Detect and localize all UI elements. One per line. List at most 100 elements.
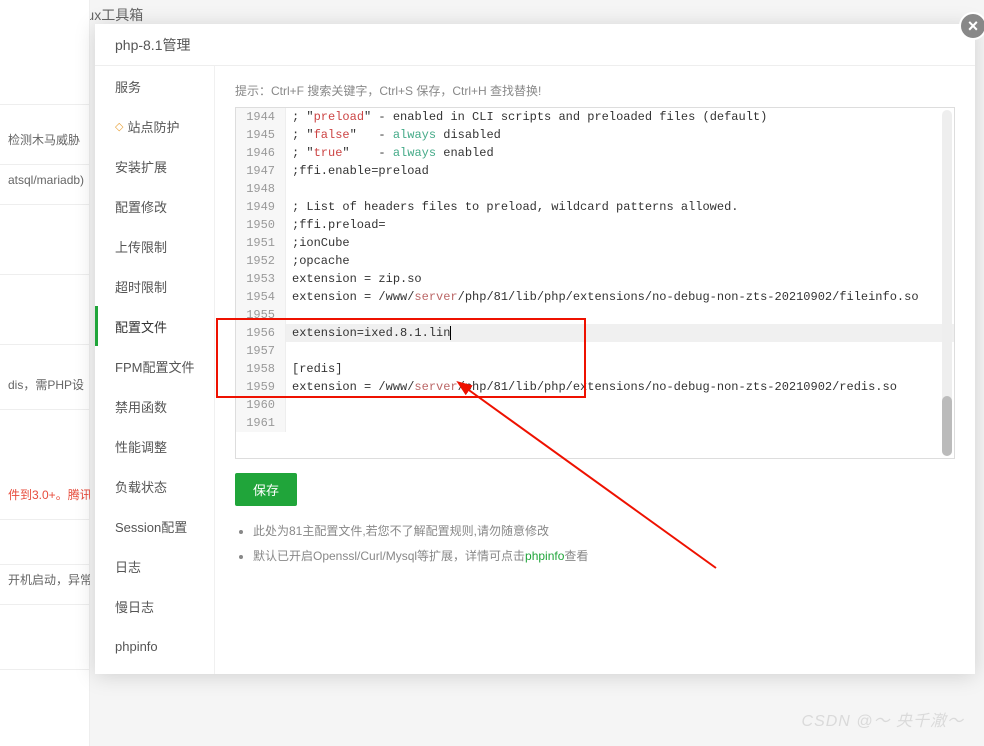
- sidebar-item-session[interactable]: Session配置: [95, 506, 214, 546]
- editor-line[interactable]: 1961: [236, 414, 954, 432]
- line-number: 1947: [236, 162, 286, 180]
- line-code[interactable]: [286, 414, 954, 432]
- editor-line[interactable]: 1949; List of headers files to preload, …: [236, 198, 954, 216]
- code-editor[interactable]: 1944; "preload" - enabled in CLI scripts…: [235, 107, 955, 459]
- sidebar-label: 站点防护: [127, 117, 179, 136]
- editor-line[interactable]: 1948: [236, 180, 954, 198]
- sidebar-label: 服务: [115, 77, 141, 96]
- scrollbar-track[interactable]: [942, 110, 952, 456]
- sidebar-label: FPM配置文件: [115, 357, 194, 376]
- sidebar-item-phpinfo[interactable]: phpinfo: [95, 626, 214, 666]
- close-button[interactable]: ×: [959, 12, 984, 40]
- sidebar-label: 配置文件: [115, 317, 167, 336]
- sidebar-item-log[interactable]: 日志: [95, 546, 214, 586]
- editor-line[interactable]: 1945; "false" - always disabled: [236, 126, 954, 144]
- line-number: 1958: [236, 360, 286, 378]
- line-number: 1953: [236, 270, 286, 288]
- close-icon: ×: [968, 16, 979, 37]
- line-code[interactable]: extension = zip.so: [286, 270, 954, 288]
- line-number: 1951: [236, 234, 286, 252]
- sidebar-item-timeout[interactable]: 超时限制: [95, 266, 214, 306]
- save-button[interactable]: 保存: [235, 473, 297, 506]
- sidebar-item-fpm-config[interactable]: FPM配置文件: [95, 346, 214, 386]
- phpinfo-link[interactable]: phpinfo: [525, 549, 564, 563]
- scrollbar-thumb[interactable]: [942, 396, 952, 456]
- line-code[interactable]: ; "preload" - enabled in CLI scripts and…: [286, 108, 954, 126]
- line-code[interactable]: ; "false" - always disabled: [286, 126, 954, 144]
- line-code[interactable]: [redis]: [286, 360, 954, 378]
- bg-row: dis，需PHP设: [0, 360, 90, 410]
- line-code[interactable]: extension=ixed.8.1.lin: [286, 324, 954, 342]
- editor-line[interactable]: 1955: [236, 306, 954, 324]
- text-cursor: [450, 326, 451, 340]
- editor-line[interactable]: 1960: [236, 396, 954, 414]
- line-code[interactable]: ;ffi.enable=preload: [286, 162, 954, 180]
- sidebar-item-config-file[interactable]: 配置文件: [95, 306, 214, 346]
- note-1: 此处为81主配置文件,若您不了解配置规则,请勿随意修改: [253, 522, 955, 539]
- editor-line[interactable]: 1957: [236, 342, 954, 360]
- modal-content: 提示：Ctrl+F 搜索关键字，Ctrl+S 保存，Ctrl+H 查找替换! 1…: [215, 66, 975, 674]
- line-number: 1945: [236, 126, 286, 144]
- sidebar-item-config-edit[interactable]: 配置修改: [95, 186, 214, 226]
- sidebar-item-perf[interactable]: 性能调整: [95, 426, 214, 466]
- editor-line[interactable]: 1954extension = /www/server/php/81/lib/p…: [236, 288, 954, 306]
- line-number: 1957: [236, 342, 286, 360]
- editor-line[interactable]: 1947;ffi.enable=preload: [236, 162, 954, 180]
- editor-line[interactable]: 1950;ffi.preload=: [236, 216, 954, 234]
- sidebar-label: 慢日志: [115, 597, 154, 616]
- editor-line[interactable]: 1944; "preload" - enabled in CLI scripts…: [236, 108, 954, 126]
- sidebar-item-disable-fn[interactable]: 禁用函数: [95, 386, 214, 426]
- bg-row: [0, 55, 90, 105]
- sidebar-label: 日志: [115, 557, 141, 576]
- line-number: 1949: [236, 198, 286, 216]
- sidebar-label: 配置修改: [115, 197, 167, 216]
- sidebar-label: 性能调整: [115, 437, 167, 456]
- editor-hint: 提示：Ctrl+F 搜索关键字，Ctrl+S 保存，Ctrl+H 查找替换!: [235, 82, 955, 99]
- line-number: 1955: [236, 306, 286, 324]
- editor-line[interactable]: 1956extension=ixed.8.1.lin: [236, 324, 954, 342]
- sidebar-label: 禁用函数: [115, 397, 167, 416]
- bg-row: 件到3.0+。腾讯: [0, 470, 90, 520]
- line-code[interactable]: [286, 342, 954, 360]
- sidebar-item-install-ext[interactable]: 安装扩展: [95, 146, 214, 186]
- line-code[interactable]: extension = /www/server/php/81/lib/php/e…: [286, 378, 954, 396]
- line-number: 1961: [236, 414, 286, 432]
- editor-line[interactable]: 1953extension = zip.so: [236, 270, 954, 288]
- line-code[interactable]: ; "true" - always enabled: [286, 144, 954, 162]
- editor-line[interactable]: 1958[redis]: [236, 360, 954, 378]
- line-code[interactable]: ;ionCube: [286, 234, 954, 252]
- line-number: 1950: [236, 216, 286, 234]
- line-code[interactable]: ; List of headers files to preload, wild…: [286, 198, 954, 216]
- bg-row: 开机启动，异常: [0, 555, 90, 605]
- sidebar-item-slow-log[interactable]: 慢日志: [95, 586, 214, 626]
- sidebar-item-load[interactable]: 负载状态: [95, 466, 214, 506]
- editor-line[interactable]: 1959extension = /www/server/php/81/lib/p…: [236, 378, 954, 396]
- line-number: 1952: [236, 252, 286, 270]
- line-number: 1956: [236, 324, 286, 342]
- editor-line[interactable]: 1951;ionCube: [236, 234, 954, 252]
- line-number: 1959: [236, 378, 286, 396]
- editor-line[interactable]: 1946; "true" - always enabled: [236, 144, 954, 162]
- sidebar-item-upload-limit[interactable]: 上传限制: [95, 226, 214, 266]
- bg-row: [0, 620, 90, 670]
- modal-sidebar: 服务 ◇站点防护安装扩展配置修改上传限制超时限制配置文件 FPM配置文件禁用函数性能…: [95, 66, 215, 674]
- modal-title: php-8.1管理: [95, 24, 975, 66]
- bg-row: [0, 225, 90, 275]
- line-code[interactable]: ;ffi.preload=: [286, 216, 954, 234]
- line-code[interactable]: extension = /www/server/php/81/lib/php/e…: [286, 288, 954, 306]
- php-manage-modal: × php-8.1管理 服务◇站点防护安装扩展配置修改上传限制超时限制配置文件F…: [95, 24, 975, 674]
- line-number: 1948: [236, 180, 286, 198]
- editor-line[interactable]: 1952;opcache: [236, 252, 954, 270]
- line-code[interactable]: [286, 306, 954, 324]
- sidebar-label: 安装扩展: [115, 157, 167, 176]
- bg-row: [0, 295, 90, 345]
- line-code[interactable]: [286, 180, 954, 198]
- line-number: 1946: [236, 144, 286, 162]
- line-code[interactable]: ;opcache: [286, 252, 954, 270]
- line-code[interactable]: [286, 396, 954, 414]
- sidebar-label: phpinfo: [115, 639, 158, 654]
- sidebar-item-service[interactable]: 服务: [95, 66, 214, 106]
- sidebar-label: 上传限制: [115, 237, 167, 256]
- sidebar-item-site-defense[interactable]: ◇站点防护: [95, 106, 214, 146]
- bg-row: atsql/mariadb): [0, 155, 90, 205]
